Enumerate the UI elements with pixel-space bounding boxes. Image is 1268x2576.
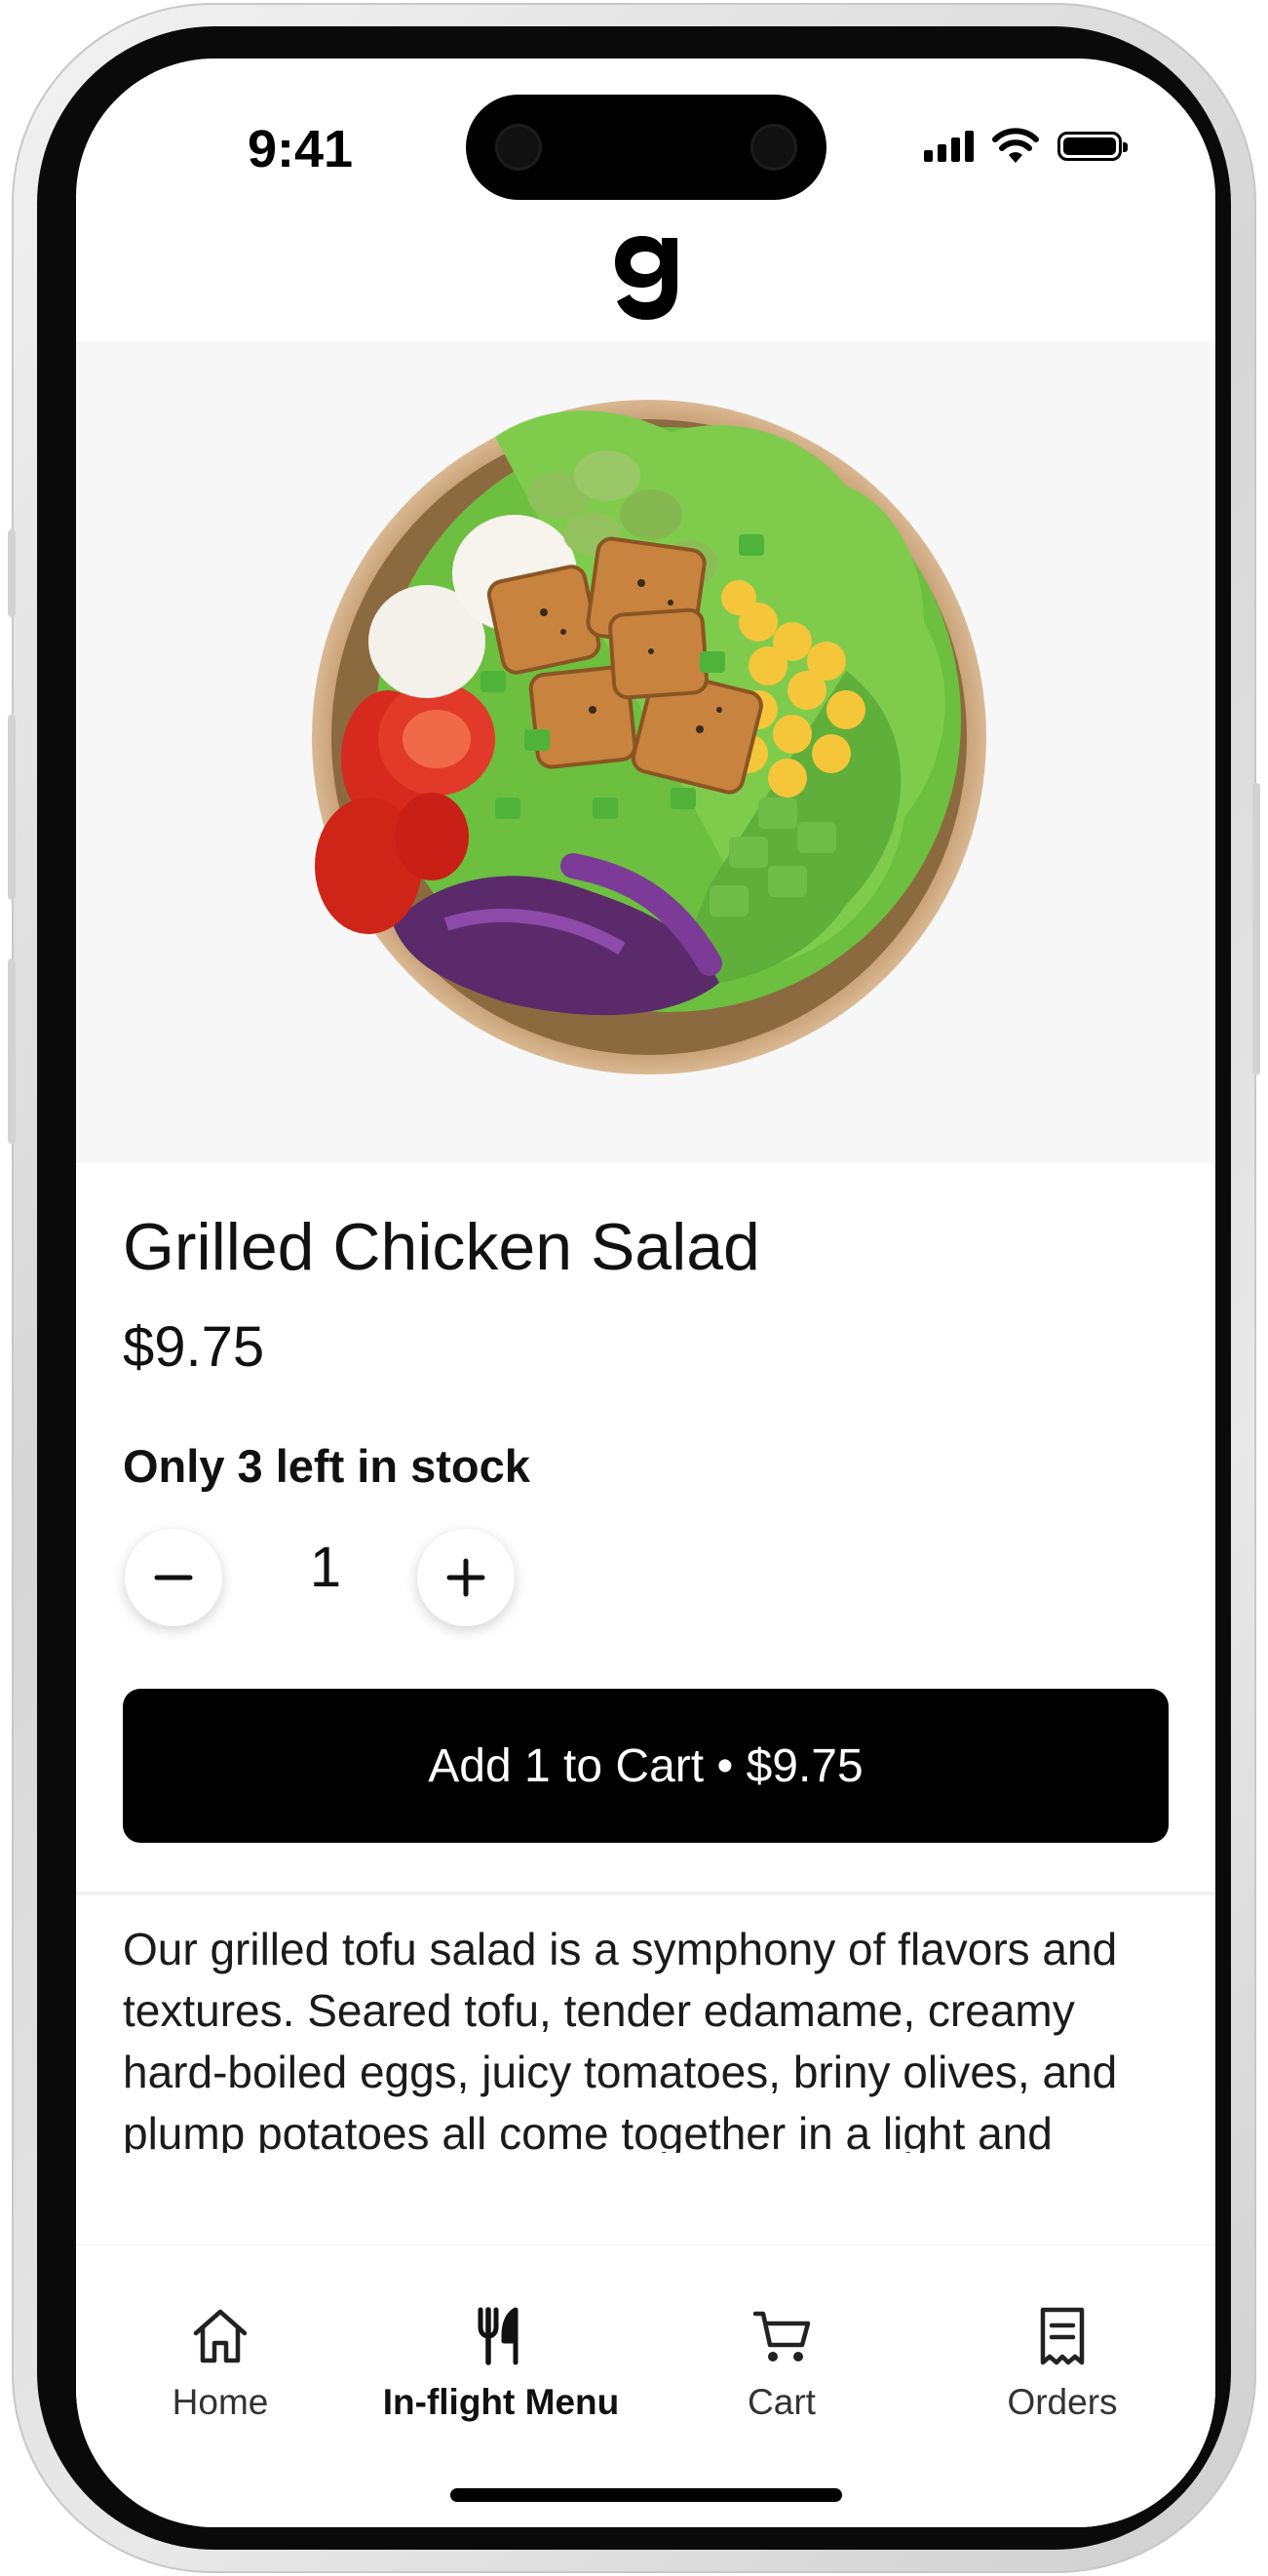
product-hero (76, 341, 1215, 1163)
status-icons (924, 127, 1128, 166)
camera-lens (750, 124, 797, 171)
product-price: $9.75 (123, 1315, 265, 1379)
cart-icon (752, 2311, 811, 2361)
quantity-value: 1 (309, 1536, 342, 1599)
stock-status: Only 3 left in stock (123, 1440, 530, 1492)
receipt-icon (1040, 2307, 1085, 2365)
phone-frame: 9:41 Grilled Chicken Salad $9.75 Only 3 … (8, 3, 1260, 2573)
tab-home[interactable]: Home (84, 2245, 357, 2440)
plus-icon (446, 1558, 485, 1597)
product-title: Grilled Chicken Salad (123, 1210, 760, 1284)
minus-icon (154, 1575, 193, 1581)
home-icon (193, 2309, 248, 2363)
tab-inflight-menu-label: In-flight Menu (382, 2382, 620, 2422)
bottom-tab-bar: Home In-flight Menu Cart Orders (76, 2244, 1215, 2527)
salad-bowl-image (312, 400, 986, 1074)
tab-orders[interactable]: Orders (926, 2245, 1199, 2440)
status-time: 9:41 (247, 120, 354, 178)
dynamic-island (466, 95, 826, 200)
home-indicator[interactable] (450, 2488, 842, 2502)
section-divider (76, 1892, 1215, 1895)
wifi-icon (992, 128, 1039, 163)
tab-inflight-menu[interactable]: In-flight Menu (365, 2245, 637, 2440)
increase-quantity-button[interactable] (417, 1529, 515, 1626)
sensor-dot (495, 124, 542, 171)
volume-down-button (8, 958, 16, 1144)
decrease-quantity-button[interactable] (125, 1529, 222, 1626)
add-to-cart-label: Add 1 to Cart • $9.75 (428, 1739, 864, 1792)
fork-knife-icon (478, 2307, 519, 2365)
add-to-cart-button[interactable]: Add 1 to Cart • $9.75 (123, 1689, 1169, 1843)
power-button (1252, 783, 1260, 1075)
tab-orders-label: Orders (1007, 2382, 1118, 2422)
app-screen: 9:41 Grilled Chicken Salad $9.75 Only 3 … (76, 59, 1215, 2527)
silent-switch (8, 529, 16, 617)
battery-icon (1057, 132, 1128, 161)
product-description: Our grilled tofu salad is a symphony of … (123, 1924, 1118, 2153)
tab-home-label: Home (172, 2382, 269, 2422)
volume-up-button (8, 715, 16, 900)
signal-icon (924, 131, 974, 162)
tab-cart-label: Cart (748, 2382, 816, 2422)
brand-g-logo-icon[interactable] (613, 232, 679, 322)
tab-cart[interactable]: Cart (645, 2245, 918, 2440)
